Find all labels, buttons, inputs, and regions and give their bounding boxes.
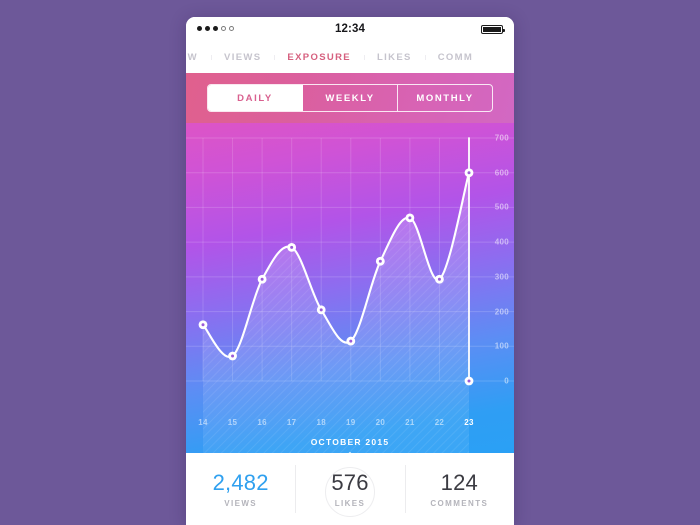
- chart-point-15[interactable]: [228, 351, 237, 361]
- x-tick-22: 22: [434, 418, 445, 427]
- x-tick-18: 18: [316, 418, 326, 427]
- period-selector-band: DAILY WEEKLY MONTHLY: [186, 73, 514, 123]
- phone-frame: 12:34 EW VIEWS EXPOSURE LIKES COMM DAILY…: [186, 17, 514, 525]
- y-tick-200: 200: [494, 307, 509, 317]
- chart-point-14[interactable]: [198, 320, 208, 330]
- chart-area-hatch: [203, 172, 469, 453]
- stat-likes-label: LIKES: [334, 499, 366, 508]
- y-tick-300: 300: [494, 272, 509, 282]
- status-bar-clock: 12:34: [335, 23, 365, 35]
- tab-exposure[interactable]: EXPOSURE: [274, 52, 364, 63]
- stat-comments-label: COMMENTS: [430, 499, 489, 508]
- chart-point-22[interactable]: [435, 274, 444, 284]
- chart-point-23[interactable]: [464, 168, 474, 178]
- battery-full-icon: [481, 25, 505, 34]
- y-tick-600: 600: [494, 168, 509, 178]
- y-tick-100: 100: [494, 341, 509, 351]
- stat-likes-value: 576: [331, 470, 369, 495]
- tab-comments[interactable]: COMM: [424, 52, 486, 63]
- y-tick-500: 500: [494, 202, 509, 212]
- period-segmented-control[interactable]: DAILY WEEKLY MONTHLY: [207, 84, 493, 112]
- x-tick-17: 17: [286, 418, 297, 427]
- x-tick-20: 20: [375, 418, 386, 427]
- chart-today-axis-point[interactable]: [464, 376, 474, 386]
- tab-likes[interactable]: LIKES: [363, 52, 425, 63]
- chart-point-18[interactable]: [316, 305, 326, 315]
- x-tick-23: 23: [464, 418, 474, 427]
- stat-comments-value: 124: [440, 470, 478, 495]
- chart-point-16[interactable]: [257, 274, 267, 284]
- stat-views[interactable]: 2,482 VIEWS: [186, 453, 295, 525]
- summary-stats-bar: 2,482 VIEWS 576 LIKES 124 COMMENTS: [186, 452, 514, 525]
- metric-tab-bar[interactable]: EW VIEWS EXPOSURE LIKES COMM: [186, 42, 514, 73]
- y-tick-700: 700: [494, 133, 509, 143]
- tab-views[interactable]: VIEWS: [211, 52, 274, 63]
- chart-point-20[interactable]: [375, 256, 385, 266]
- y-tick-0: 0: [504, 376, 509, 386]
- y-tick-400: 400: [494, 237, 509, 247]
- segment-weekly[interactable]: WEEKLY: [303, 85, 398, 111]
- chart-month-label: OCTOBER 2015: [310, 437, 390, 447]
- exposure-line-chart[interactable]: 700 600 500 400 300 200 100 0 14 15 16 17 18 19 20 21 2…: [186, 123, 514, 453]
- segment-daily[interactable]: DAILY: [208, 85, 303, 111]
- x-tick-15: 15: [227, 418, 238, 427]
- tab-overview[interactable]: EW: [186, 52, 211, 63]
- x-tick-21: 21: [405, 418, 415, 427]
- stat-views-value: 2,482: [212, 470, 269, 495]
- stat-comments[interactable]: 124 COMMENTS: [404, 453, 514, 525]
- chart-canvas: [186, 137, 514, 453]
- x-tick-19: 19: [346, 418, 356, 427]
- chart-point-17[interactable]: [287, 242, 297, 252]
- chart-point-19[interactable]: [346, 336, 356, 346]
- stat-likes[interactable]: 576 LIKES: [295, 453, 404, 525]
- chart-point-21[interactable]: [405, 213, 415, 223]
- segment-monthly[interactable]: MONTHLY: [398, 85, 492, 111]
- stat-views-label: VIEWS: [224, 499, 258, 508]
- x-tick-14: 14: [198, 418, 208, 427]
- x-tick-16: 16: [257, 418, 267, 427]
- status-bar: 12:34: [186, 17, 514, 42]
